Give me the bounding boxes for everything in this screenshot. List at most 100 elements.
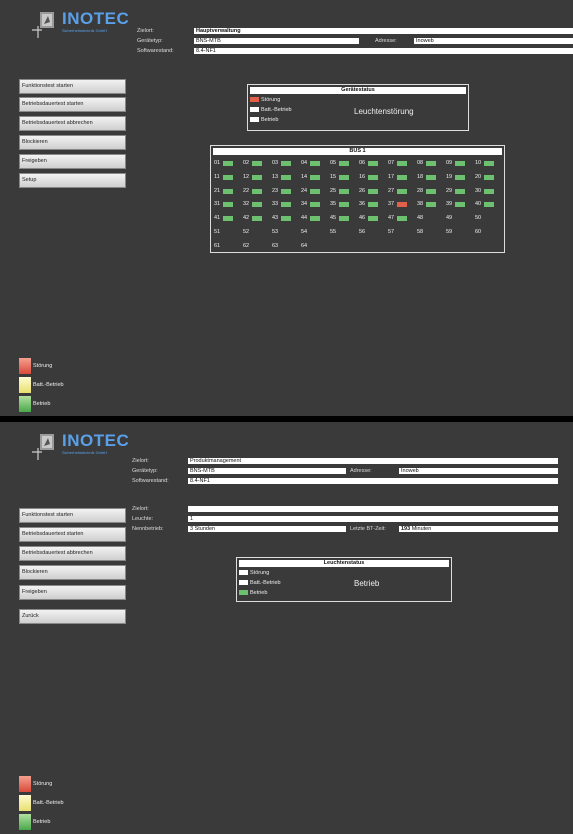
bus-cell[interactable]: 17 bbox=[388, 174, 416, 181]
logo-emblem-icon bbox=[32, 12, 54, 38]
bus-cell[interactable]: 10 bbox=[475, 160, 503, 167]
bus-cell[interactable]: 29 bbox=[446, 188, 474, 195]
bus-cell-status-icon bbox=[223, 161, 233, 166]
bus-cell[interactable]: 03 bbox=[272, 160, 300, 167]
bus-cell[interactable]: 23 bbox=[272, 188, 300, 195]
bus-cell[interactable]: 31 bbox=[214, 201, 242, 208]
bus-cell[interactable]: 46 bbox=[359, 215, 387, 222]
bus-cell-status-icon bbox=[339, 202, 349, 208]
softwarestand-field: 8.4-NF1 bbox=[194, 48, 573, 54]
bus-cell[interactable]: 28 bbox=[417, 188, 445, 195]
bus-cell[interactable]: 35 bbox=[330, 201, 358, 208]
bus-cell[interactable]: 52 bbox=[243, 229, 271, 236]
bus-cell-number: 12 bbox=[243, 173, 250, 180]
brand-name: INOTEC bbox=[62, 431, 130, 450]
bus-cell[interactable]: 56 bbox=[359, 229, 387, 236]
bus-cell[interactable]: 64 bbox=[301, 243, 329, 250]
bus-cell[interactable]: 18 bbox=[417, 174, 445, 181]
bus-cell[interactable]: 11 bbox=[214, 174, 242, 181]
bus-cell[interactable]: 45 bbox=[330, 215, 358, 222]
bus-cell[interactable]: 61 bbox=[214, 243, 242, 250]
blockieren-button[interactable]: Blockieren bbox=[19, 565, 126, 580]
bus-cell[interactable]: 07 bbox=[388, 160, 416, 167]
bus-cell[interactable]: 04 bbox=[301, 160, 329, 167]
funktionstest-button[interactable]: Funktionstest starten bbox=[19, 79, 126, 94]
bus-cell[interactable]: 08 bbox=[417, 160, 445, 167]
bus-cell[interactable]: 01 bbox=[214, 160, 242, 167]
bus-cell[interactable]: 54 bbox=[301, 229, 329, 236]
bt-zeit-field: 193 Minuten bbox=[399, 526, 558, 532]
bus-cell-number: 43 bbox=[272, 215, 279, 222]
bus-cell[interactable]: 27 bbox=[388, 188, 416, 195]
bus-cell-status-icon bbox=[339, 188, 349, 194]
bus-cell[interactable]: 34 bbox=[301, 201, 329, 208]
bus-cell[interactable]: 33 bbox=[272, 201, 300, 208]
bus-cell[interactable]: 09 bbox=[446, 160, 474, 167]
bus-cell[interactable]: 50 bbox=[475, 215, 503, 222]
bus-cell[interactable]: 26 bbox=[359, 188, 387, 195]
bus-cell[interactable]: 42 bbox=[243, 215, 271, 222]
bus-cell-number: 45 bbox=[330, 215, 337, 222]
bus-cell[interactable]: 47 bbox=[388, 215, 416, 222]
betriebsdauertest-abort-button[interactable]: Betriebsdauertest abbrechen bbox=[19, 116, 126, 131]
freigeben-button[interactable]: Freigeben bbox=[19, 154, 126, 169]
bus-cell[interactable]: 16 bbox=[359, 174, 387, 181]
bus-cell[interactable]: 13 bbox=[272, 174, 300, 181]
setup-button[interactable]: Setup bbox=[19, 173, 126, 188]
bus-cell[interactable]: 15 bbox=[330, 174, 358, 181]
bus-cell[interactable]: 25 bbox=[330, 188, 358, 195]
betriebsdauertest-start-button[interactable]: Betriebsdauertest starten bbox=[19, 527, 126, 542]
bus-cell-number: 28 bbox=[417, 187, 424, 194]
leuchte-field: 1 bbox=[188, 516, 558, 522]
bus-cell[interactable]: 60 bbox=[475, 229, 503, 236]
bus-cell[interactable]: 41 bbox=[214, 215, 242, 222]
bus-cell[interactable]: 39 bbox=[446, 201, 474, 208]
inotec-logo: INOTEC Sicherheitstechnik GmbH bbox=[20, 428, 140, 468]
bus-cell[interactable]: 21 bbox=[214, 188, 242, 195]
bus-cell[interactable]: 40 bbox=[475, 201, 503, 208]
bus-cell[interactable]: 51 bbox=[214, 229, 242, 236]
bus-cell[interactable]: 48 bbox=[417, 215, 445, 222]
bus-cell[interactable]: 38 bbox=[417, 201, 445, 208]
bus-cell[interactable]: 62 bbox=[243, 243, 271, 250]
bus-cell[interactable]: 43 bbox=[272, 215, 300, 222]
bus-cell-status-icon bbox=[455, 202, 465, 208]
logo-emblem-icon bbox=[32, 434, 54, 460]
zurueck-button[interactable]: Zurück bbox=[19, 609, 126, 624]
bus-cell-status-icon bbox=[310, 202, 320, 208]
bus-cell[interactable]: 24 bbox=[301, 188, 329, 195]
freigeben-button[interactable]: Freigeben bbox=[19, 585, 126, 600]
bus-cell[interactable]: 19 bbox=[446, 174, 474, 181]
bus-cell[interactable]: 32 bbox=[243, 201, 271, 208]
bus-cell[interactable]: 53 bbox=[272, 229, 300, 236]
bus-cell[interactable]: 55 bbox=[330, 229, 358, 236]
bus-cell[interactable]: 58 bbox=[417, 229, 445, 236]
betriebsdauertest-abort-button[interactable]: Betriebsdauertest abbrechen bbox=[19, 546, 126, 561]
betriebsdauertest-start-button[interactable]: Betriebsdauertest starten bbox=[19, 97, 126, 112]
bus-cell[interactable]: 02 bbox=[243, 160, 271, 167]
bus-cell[interactable]: 57 bbox=[388, 229, 416, 236]
bus-cell-status-icon bbox=[484, 202, 494, 208]
bus-cell[interactable]: 06 bbox=[359, 160, 387, 167]
bus-cell[interactable]: 37 bbox=[388, 201, 416, 208]
bus-cell-number: 36 bbox=[359, 201, 366, 208]
bus-cell[interactable]: 44 bbox=[301, 215, 329, 222]
funktionstest-button[interactable]: Funktionstest starten bbox=[19, 508, 126, 523]
bus-cell[interactable]: 05 bbox=[330, 160, 358, 167]
bus-cell-number: 52 bbox=[243, 229, 250, 235]
bus-cell[interactable]: 20 bbox=[475, 174, 503, 181]
bus-cell-status-icon bbox=[223, 174, 233, 180]
bus-cell-number: 56 bbox=[359, 229, 366, 235]
bus-cell[interactable]: 22 bbox=[243, 188, 271, 195]
bus-cell[interactable]: 12 bbox=[243, 174, 271, 181]
bus-cell[interactable]: 14 bbox=[301, 174, 329, 181]
blockieren-button[interactable]: Blockieren bbox=[19, 135, 126, 150]
bus-cell[interactable]: 63 bbox=[272, 243, 300, 250]
bus-cell[interactable]: 59 bbox=[446, 229, 474, 236]
bus-cell-status-icon bbox=[252, 216, 262, 222]
bus-cell[interactable]: 36 bbox=[359, 201, 387, 208]
bus-cell[interactable]: 30 bbox=[475, 188, 503, 195]
bus-cell[interactable]: 49 bbox=[446, 215, 474, 222]
bus-cell-status-icon bbox=[484, 174, 494, 180]
geraetetyp-field: BNS-MTB bbox=[194, 38, 359, 44]
